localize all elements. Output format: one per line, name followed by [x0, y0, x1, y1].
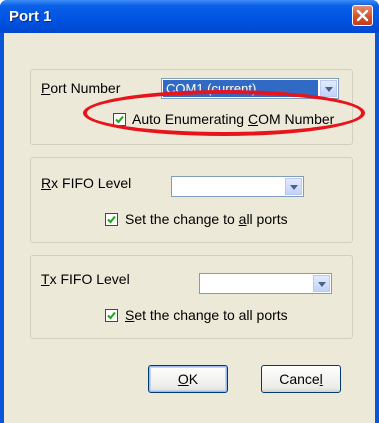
title-bar[interactable]: Port 1 — [0, 0, 379, 33]
rx-apply-all-label[interactable]: Set the change to all ports — [125, 211, 288, 227]
chevron-down-icon[interactable] — [313, 275, 330, 292]
tx-apply-all-checkbox[interactable] — [105, 309, 118, 322]
chevron-down-icon[interactable] — [285, 178, 302, 195]
tx-fifo-label: Tx FIFO Level — [41, 271, 130, 287]
checkmark-icon — [107, 215, 116, 224]
cancel-button[interactable]: Cancel — [261, 365, 341, 393]
ok-button-label: OK — [177, 371, 199, 387]
close-button[interactable] — [352, 5, 373, 26]
rx-fifo-label: Rx FIFO Level — [41, 175, 132, 191]
window-title: Port 1 — [9, 8, 52, 25]
tx-fifo-select[interactable] — [199, 273, 332, 294]
rx-fifo-value — [173, 178, 283, 195]
port-number-label: Port Number — [41, 80, 121, 96]
tx-fifo-value — [201, 275, 311, 292]
dialog-window: Port 1 Port Number COM1 (current) Auto E… — [0, 0, 379, 423]
chevron-down-icon[interactable] — [320, 80, 337, 97]
checkmark-icon — [107, 311, 116, 320]
close-icon — [356, 9, 369, 22]
ok-button[interactable]: OK — [148, 365, 228, 393]
rx-fifo-select[interactable] — [171, 176, 304, 197]
rx-fifo-group: Rx FIFO Level Set the change to all port… — [30, 157, 353, 243]
highlight-ellipse — [83, 90, 365, 136]
tx-fifo-group: Tx FIFO Level Set the change to all port… — [30, 255, 353, 339]
rx-apply-all-checkbox[interactable] — [105, 213, 118, 226]
cancel-button-label: Cancel — [279, 371, 323, 387]
tx-apply-all-label[interactable]: Set the change to all ports — [125, 307, 288, 323]
